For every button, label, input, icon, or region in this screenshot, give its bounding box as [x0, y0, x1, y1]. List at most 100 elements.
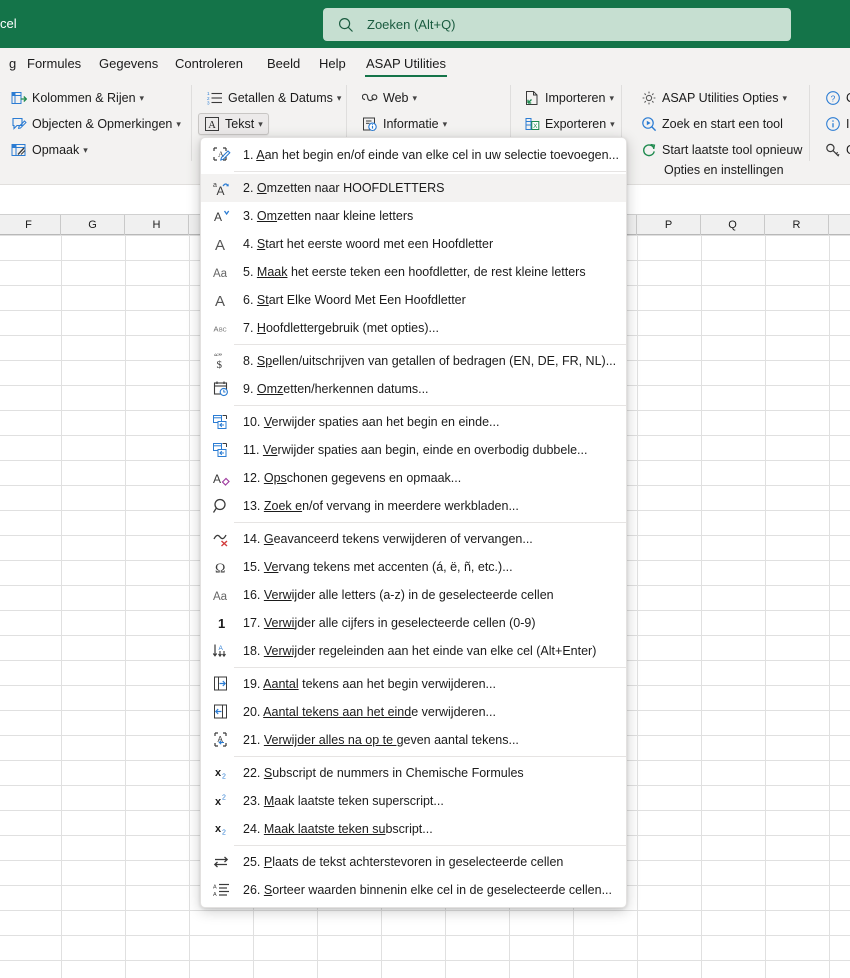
- column-header-H[interactable]: H: [125, 215, 189, 235]
- web-icon: [361, 90, 378, 106]
- ribbon-button-label: Kolommen & Rijen: [32, 91, 136, 105]
- column-header-G[interactable]: G: [61, 215, 125, 235]
- grid-column-line: [61, 235, 62, 978]
- tab-label: Gegevens: [99, 56, 159, 71]
- accents-icon: Ω: [210, 557, 234, 577]
- date-convert-icon: [210, 379, 234, 399]
- menu-item-19[interactable]: 19. Aantal tekens aan het begin verwijde…: [201, 670, 626, 698]
- menu-item-15[interactable]: Ω 15. Vervang tekens met accenten (á, ë, …: [201, 553, 626, 581]
- menu-item-8[interactable]: “” $ 8. Spellen/uitschrijven van getallen …: [201, 347, 626, 375]
- ribbon-button-help-info[interactable]: In: [820, 113, 850, 135]
- import-file-icon: [524, 90, 540, 106]
- tekst-dropdown-menu[interactable]: A 1. Aan het begin en/of einde van elke c…: [200, 137, 627, 908]
- column-header-F[interactable]: F: [0, 215, 61, 235]
- ribbon-tab-beeld[interactable]: Beeld: [258, 48, 309, 79]
- tab-label: Beeld: [267, 56, 301, 71]
- ribbon-button-exporteren[interactable]: X Exporteren ▾: [519, 113, 620, 135]
- ribbon-button-importeren[interactable]: Importeren ▾: [519, 87, 619, 109]
- ribbon-button-label: Importeren: [545, 91, 606, 105]
- ribbon-button-label: G: [846, 142, 850, 158]
- menu-item-12[interactable]: A 12. Opschonen gegevens en opmaak...: [201, 464, 626, 492]
- menu-item-label: 11. Verwijder spaties aan begin, einde e…: [243, 443, 588, 457]
- menu-item-7[interactable]: A BC 7. Hoofdlettergebruik (met opties)...: [201, 314, 626, 342]
- refresh-icon: [641, 142, 657, 158]
- ribbon-button-opmaak[interactable]: Opmaak ▾: [6, 139, 93, 161]
- menu-item-24[interactable]: x 2 24. Maak laatste teken subscript...: [201, 815, 626, 843]
- ribbon-button-web[interactable]: Web ▾: [357, 87, 422, 109]
- numbers-list-icon: 123: [207, 90, 223, 106]
- chevron-down-icon: ▾: [412, 93, 418, 103]
- ribbon-button-zoek-en-start-tool[interactable]: Zoek en start een tool: [636, 113, 788, 135]
- menu-item-6[interactable]: A 6. Start Elke Woord Met Een Hoofdletter: [201, 286, 626, 314]
- menu-separator: [234, 522, 626, 523]
- svg-text:A: A: [215, 293, 225, 309]
- ribbon-button-getallen-datums[interactable]: 1 2 3 Getallen & Datums ▾: [202, 87, 346, 109]
- ribbon-button-label: Getallen & Datums: [228, 91, 333, 105]
- excel-window: cel Zoeken (Alt+Q) g Formules Gegevens Cont…: [0, 0, 850, 978]
- ribbon-button-help-zoeken[interactable]: G: [820, 139, 850, 161]
- column-header-P[interactable]: P: [637, 215, 701, 235]
- menu-item-17[interactable]: 1 17. Verwijder alle cijfers in geselecte…: [201, 609, 626, 637]
- info-circle-icon: [825, 116, 841, 132]
- ribbon-button-kolommen-rijen[interactable]: Kolommen & Rijen ▾: [6, 87, 149, 109]
- menu-separator: [234, 667, 626, 668]
- ribbon-tab-asap-utilities[interactable]: ASAP Utilities: [357, 48, 455, 79]
- menu-item-26[interactable]: A A 26. Sorteer waarden binnenin elke cel …: [201, 876, 626, 904]
- menu-item-23[interactable]: x 2 23. Maak laatste teken superscript...: [201, 787, 626, 815]
- grid-column-line: [829, 235, 830, 978]
- menu-item-13[interactable]: 13. Zoek en/of vervang in meerdere werkb…: [201, 492, 626, 520]
- menu-item-20[interactable]: 20. Aantal tekens aan het einde verwijde…: [201, 698, 626, 726]
- menu-item-3[interactable]: A 3. Omzetten naar kleine letters: [201, 202, 626, 230]
- menu-separator: [234, 171, 626, 172]
- ribbon-button-label: Objecten & Opmerkingen: [32, 117, 173, 131]
- svg-text:A: A: [214, 210, 222, 224]
- chevron-down-icon: ▾: [609, 93, 614, 103]
- ribbon-tab-formules[interactable]: Formules: [18, 48, 90, 79]
- ribbon-button-label: Web: [383, 91, 409, 105]
- column-header-R[interactable]: R: [765, 215, 829, 235]
- search-box[interactable]: Zoeken (Alt+Q): [323, 8, 791, 41]
- menu-item-16[interactable]: Aa 16. Verwijder alle letters (a-z) in de…: [201, 581, 626, 609]
- ribbon-button-informatie[interactable]: Informatie ▾: [357, 113, 452, 135]
- menu-item-label: 20. Aantal tekens aan het einde verwijde…: [243, 705, 496, 719]
- ribbon-button-asap-utilities-opties[interactable]: ASAP Utilities Opties ▾: [636, 87, 792, 109]
- ribbon-button-start-laatste-tool-opnieuw[interactable]: Start laatste tool opnieuw: [636, 139, 807, 161]
- menu-separator: [234, 405, 626, 406]
- column-header-S[interactable]: S: [829, 215, 850, 235]
- menu-item-5[interactable]: Aa 5. Maak het eerste teken een hoofdlett…: [201, 258, 626, 286]
- menu-item-18[interactable]: A 18. Verwijder regeleinden aan het einde…: [201, 637, 626, 665]
- menu-item-label: 15. Vervang tekens met accenten (á, ë, ñ…: [243, 560, 513, 574]
- menu-item-22[interactable]: x 2 22. Subscript de nummers in Chemische …: [201, 759, 626, 787]
- menu-item-label: 7. Hoofdlettergebruik (met opties)...: [243, 321, 439, 335]
- menu-item-21[interactable]: A 21. Verwijder alles na op te geven aant…: [201, 726, 626, 754]
- grid-column-line: [189, 235, 190, 978]
- menu-item-2[interactable]: a A 2. Omzetten naar HOOFDLETTERS: [201, 174, 626, 202]
- menu-item-label: 19. Aantal tekens aan het begin verwijde…: [243, 677, 496, 691]
- column-header-Q[interactable]: Q: [701, 215, 765, 235]
- trim-spaces-icon: [210, 412, 234, 432]
- svg-text:$: $: [217, 359, 223, 370]
- ribbon-button-tekst[interactable]: A Tekst ▾: [198, 113, 269, 135]
- menu-item-10[interactable]: 10. Verwijder spaties aan het begin en e…: [201, 408, 626, 436]
- ribbon-tab-controleren[interactable]: Controleren: [166, 48, 252, 79]
- menu-item-9[interactable]: 9. Omzetten/herkennen datums...: [201, 375, 626, 403]
- menu-item-label: 24. Maak laatste teken subscript...: [243, 822, 433, 836]
- ribbon-button-objecten-opmerkingen[interactable]: Objecten & Opmerkingen ▾: [6, 113, 186, 135]
- menu-item-label: 1. Aan het begin en/of einde van elke ce…: [243, 148, 619, 162]
- ribbon-tab-gegevens[interactable]: Gegevens: [90, 48, 167, 79]
- chevron-down-icon: ▾: [258, 119, 263, 129]
- menu-item-14[interactable]: 14. Geavanceerd tekens verwijderen of ve…: [201, 525, 626, 553]
- chemical-subscript-icon: x2: [210, 763, 234, 783]
- menu-item-11[interactable]: 11. Verwijder spaties aan begin, einde e…: [201, 436, 626, 464]
- question-circle-icon: ?: [825, 90, 841, 106]
- ribbon-button-label: Tekst: [225, 117, 255, 131]
- menu-item-25[interactable]: 25. Plaats de tekst achterstevoren in ge…: [201, 848, 626, 876]
- ribbon-button-help-over[interactable]: ?O: [820, 87, 850, 109]
- svg-text:A: A: [214, 325, 219, 334]
- remove-digits-icon: 1: [210, 613, 234, 633]
- menu-item-4[interactable]: A 4. Start het eerste woord met een Hoofd…: [201, 230, 626, 258]
- menu-item-label: 4. Start het eerste woord met een Hoofdl…: [243, 237, 494, 251]
- menu-item-1[interactable]: A 1. Aan het begin en/of einde van elke c…: [201, 141, 626, 169]
- ribbon-tab-help[interactable]: Help: [310, 48, 355, 79]
- ribbon-button-label: Exporteren: [545, 117, 607, 131]
